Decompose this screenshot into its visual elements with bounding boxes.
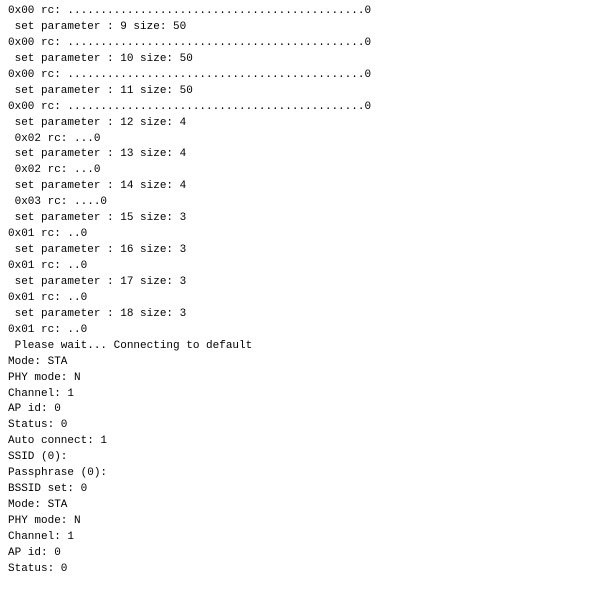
terminal-line: 0x02 rc: ...0 (8, 163, 600, 179)
terminal-line: Mode: STA (8, 498, 600, 514)
terminal-line: set parameter : 10 size: 50 (8, 52, 600, 68)
terminal-line: set parameter : 18 size: 3 (8, 307, 600, 323)
terminal-line: Status: 0 (8, 418, 600, 434)
terminal-line: PHY mode: N (8, 371, 600, 387)
terminal-line: Channel: 1 (8, 387, 600, 403)
terminal-line: 0x01 rc: ..0 (8, 259, 600, 275)
terminal-line: SSID (0): (8, 450, 600, 466)
terminal-line: set parameter : 12 size: 4 (8, 116, 600, 132)
terminal-line: Passphrase (0): (8, 466, 600, 482)
terminal-line: Channel: 1 (8, 530, 600, 546)
terminal-line: 0x01 rc: ..0 (8, 227, 600, 243)
terminal-line: 0x00 rc: ...............................… (8, 100, 600, 116)
terminal-line: Auto connect: 1 (8, 434, 600, 450)
terminal-line: set parameter : 13 size: 4 (8, 147, 600, 163)
terminal-line: 0x02 rc: ...0 (8, 132, 600, 148)
terminal-line: 0x00 rc: ...............................… (8, 36, 600, 52)
terminal-line: set parameter : 9 size: 50 (8, 20, 600, 36)
terminal-line: 0x00 rc: ...............................… (8, 68, 600, 84)
terminal-line: PHY mode: N (8, 514, 600, 530)
terminal-line: Please wait... Connecting to default (8, 339, 600, 355)
terminal-line: BSSID set: 0 (8, 482, 600, 498)
terminal-line: Mode: STA (8, 355, 600, 371)
terminal-line: 0x00 rc: ...............................… (8, 4, 600, 20)
terminal-line: AP id: 0 (8, 546, 600, 562)
terminal-line: set parameter : 14 size: 4 (8, 179, 600, 195)
terminal-line: set parameter : 17 size: 3 (8, 275, 600, 291)
terminal-line: 0x03 rc: ....0 (8, 195, 600, 211)
terminal-line: Status: 0 (8, 562, 600, 578)
terminal-line: set parameter : 15 size: 3 (8, 211, 600, 227)
terminal-output: 0x00 rc: ...............................… (0, 0, 608, 600)
terminal-line: 0x01 rc: ..0 (8, 291, 600, 307)
terminal-line: 0x01 rc: ..0 (8, 323, 600, 339)
terminal-line: set parameter : 11 size: 50 (8, 84, 600, 100)
terminal-line: AP id: 0 (8, 402, 600, 418)
terminal-line: set parameter : 16 size: 3 (8, 243, 600, 259)
